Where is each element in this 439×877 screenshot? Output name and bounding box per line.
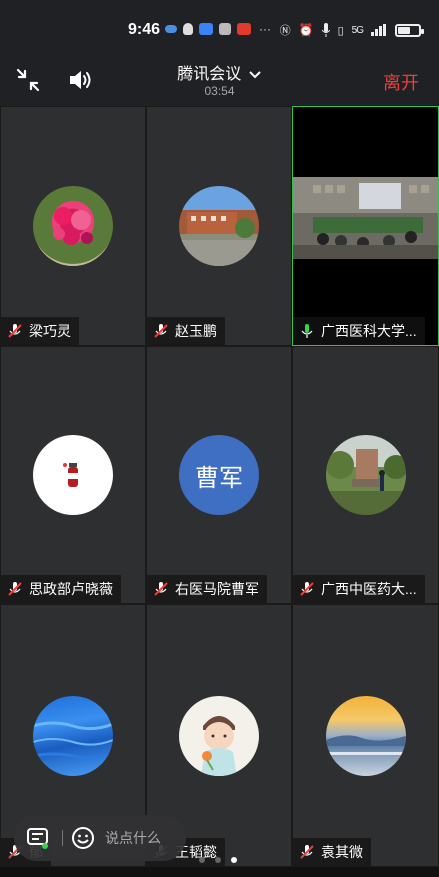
page-dot-3[interactable] xyxy=(231,857,237,863)
meeting-title[interactable]: 腾讯会议 xyxy=(0,60,439,84)
participant-name: 袁其微 xyxy=(321,844,363,860)
more-notifications-icon: ··· xyxy=(259,22,271,36)
divider xyxy=(62,830,63,846)
system-icons: Ⓝ ⏰ ▯ 5G xyxy=(279,22,424,38)
meeting-room-video xyxy=(293,177,438,259)
participant-tile-video[interactable]: 广西医科大学... xyxy=(292,106,439,346)
app-icon xyxy=(199,23,213,35)
page-indicator xyxy=(199,857,237,863)
page-dot-1[interactable] xyxy=(199,857,205,863)
comment-placeholder[interactable]: 说点什么 xyxy=(105,828,161,848)
cartoon-avatar xyxy=(179,695,259,776)
maps-icon xyxy=(219,23,231,35)
meeting-header: 腾讯会议 03:54 离开 xyxy=(0,52,439,106)
participant-tile[interactable]: 广西中医药大... xyxy=(292,346,439,604)
meeting-title-text: 腾讯会议 xyxy=(177,66,242,83)
participant-name: 赵玉鹏 xyxy=(175,323,217,339)
text-avatar-label: 曹军 xyxy=(195,464,243,492)
notification-icons: ··· xyxy=(165,22,271,36)
alarm-icon: ⏰ xyxy=(298,23,314,37)
vibrate-icon: ▯ xyxy=(337,24,344,37)
news-icon xyxy=(237,23,251,35)
meeting-timer: 03:54 xyxy=(204,84,235,98)
cell-signal-icon xyxy=(371,24,386,36)
mic-muted-icon xyxy=(300,582,314,596)
mic-on-icon xyxy=(301,324,313,338)
chevron-down-icon xyxy=(249,71,261,79)
participant-name: 思政部卢晓薇 xyxy=(29,581,113,597)
participant-name-bar: 袁其微 xyxy=(293,838,371,866)
comment-bar[interactable]: 说点什么 xyxy=(14,815,186,861)
participant-tile[interactable]: 曹军 右医马院曹军 xyxy=(146,346,292,604)
mic-muted-icon xyxy=(300,845,314,859)
cloud-icon xyxy=(165,25,177,33)
statue-avatar xyxy=(325,435,406,515)
participant-name-bar: 梁巧灵 xyxy=(1,317,79,345)
participant-tile[interactable]: 袁其微 xyxy=(292,604,439,867)
status-time: 9:46 xyxy=(128,21,161,38)
sunset-avatar xyxy=(325,695,406,776)
mic-muted-icon xyxy=(154,582,168,596)
emoji-icon[interactable] xyxy=(71,826,95,850)
mic-muted-icon xyxy=(154,324,168,338)
building-avatar xyxy=(179,186,259,266)
chat-list-icon[interactable] xyxy=(26,826,50,850)
participant-tile[interactable]: 赵玉鹏 xyxy=(146,106,292,346)
page-dot-2[interactable] xyxy=(215,857,221,863)
participant-name-bar: 广西中医药大... xyxy=(293,575,425,603)
participant-name-bar: 思政部卢晓薇 xyxy=(1,575,121,603)
penguin-icon xyxy=(183,23,193,35)
participant-tile[interactable]: 思政部卢晓薇 xyxy=(0,346,146,604)
flower-avatar xyxy=(33,186,113,266)
participant-grid: 梁巧灵 赵玉鹏 广西医科大学... 思政部卢晓薇 曹军 右医马院曹军 广西中医药… xyxy=(0,106,439,867)
participant-name: 广西医科大学... xyxy=(321,323,417,339)
nfc-icon: Ⓝ xyxy=(279,25,291,37)
battery-icon xyxy=(395,23,424,37)
participant-name-bar: 广西医科大学... xyxy=(293,317,425,345)
leave-button[interactable]: 离开 xyxy=(383,69,419,95)
bottle-avatar xyxy=(33,435,113,515)
participant-name: 右医马院曹军 xyxy=(175,581,259,597)
participant-name: 广西中医药大... xyxy=(321,581,417,597)
participant-tile[interactable]: 梁巧灵 xyxy=(0,106,146,346)
participant-name-bar: 赵玉鹏 xyxy=(147,317,225,345)
participant-name-bar: 右医马院曹军 xyxy=(147,575,267,603)
system-navigation-bar xyxy=(0,867,439,877)
signal-icon: 5G xyxy=(351,24,364,36)
mic-muted-icon xyxy=(8,582,22,596)
participant-name: 梁巧灵 xyxy=(29,323,71,339)
mic-status-icon xyxy=(321,23,330,37)
mic-muted-icon xyxy=(8,324,22,338)
status-bar: 9:46 ··· Ⓝ ⏰ ▯ 5G xyxy=(0,0,439,52)
text-avatar: 曹军 xyxy=(179,435,259,515)
water-avatar xyxy=(33,695,113,776)
